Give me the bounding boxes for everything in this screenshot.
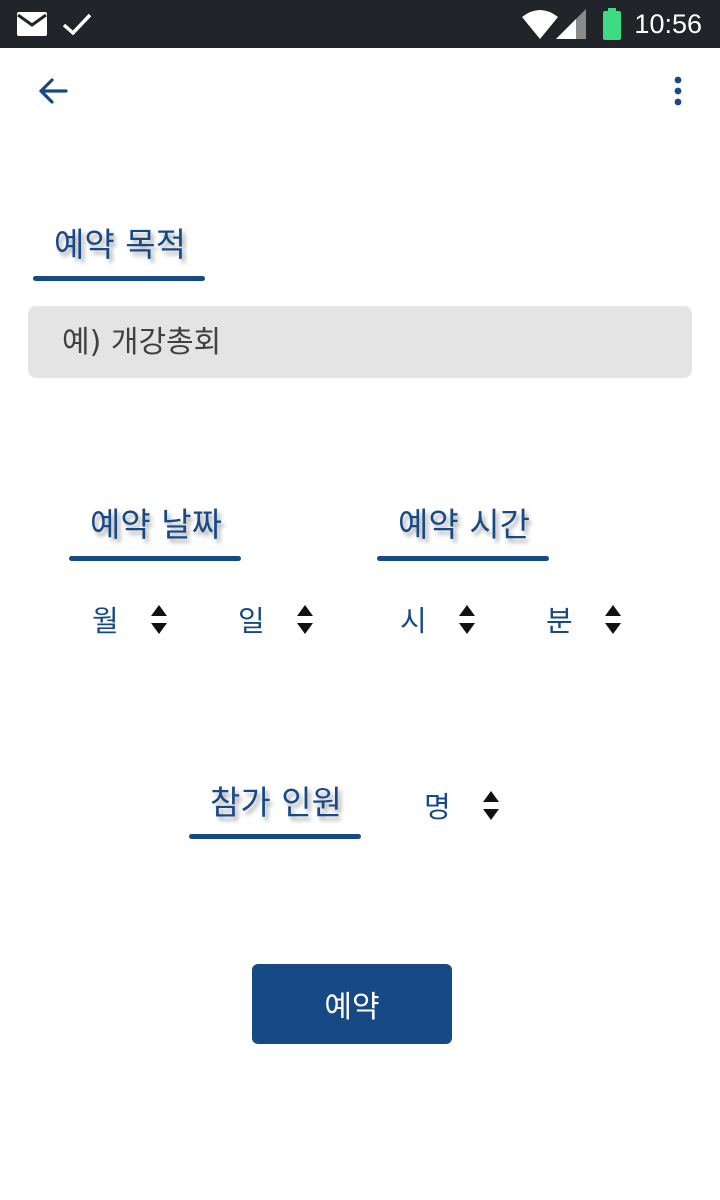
minute-stepper[interactable] [604,604,621,634]
purpose-input[interactable] [28,306,692,378]
check-icon [62,0,92,48]
reserve-button[interactable]: 예약 [252,964,452,1044]
back-button[interactable] [28,70,78,116]
wifi-icon [522,0,558,48]
month-spinner[interactable]: 월 [92,598,167,640]
people-unit: 명 [424,790,451,824]
month-stepper[interactable] [150,604,167,634]
caret-down-icon[interactable] [150,622,167,634]
purpose-label: 예약 목적 [54,225,186,264]
people-label: 참가 인원 [210,783,342,822]
caret-up-icon[interactable] [604,604,621,616]
people-stepper[interactable] [482,790,499,820]
cell-signal-icon [556,0,588,48]
caret-down-icon[interactable] [296,622,313,634]
caret-down-icon[interactable] [604,622,621,634]
battery-icon [602,0,622,48]
caret-up-icon[interactable] [482,790,499,802]
month-unit: 월 [92,604,119,638]
app-bar [0,48,720,138]
arrow-left-icon [38,77,68,109]
date-label: 예약 날짜 [90,505,222,544]
minute-spinner[interactable]: 분 [546,598,621,640]
purpose-underline [33,276,205,281]
day-unit: 일 [238,604,265,638]
caret-down-icon[interactable] [482,808,499,820]
caret-up-icon[interactable] [458,604,475,616]
people-underline [189,834,361,839]
day-stepper[interactable] [296,604,313,634]
minute-unit: 분 [546,604,573,638]
people-spinner[interactable]: 명 [424,784,499,826]
status-bar: 10:56 [0,0,720,48]
time-underline [377,556,549,561]
hour-stepper[interactable] [458,604,475,634]
caret-up-icon[interactable] [150,604,167,616]
caret-down-icon[interactable] [458,622,475,634]
more-options-button[interactable] [666,72,690,114]
time-label: 예약 시간 [398,505,530,544]
status-time: 10:56 [634,9,702,39]
mail-icon [16,0,48,48]
day-spinner[interactable]: 일 [238,598,313,640]
date-underline [69,556,241,561]
hour-unit: 시 [400,604,427,638]
hour-spinner[interactable]: 시 [400,598,475,640]
caret-up-icon[interactable] [296,604,313,616]
more-vert-icon [674,76,682,110]
